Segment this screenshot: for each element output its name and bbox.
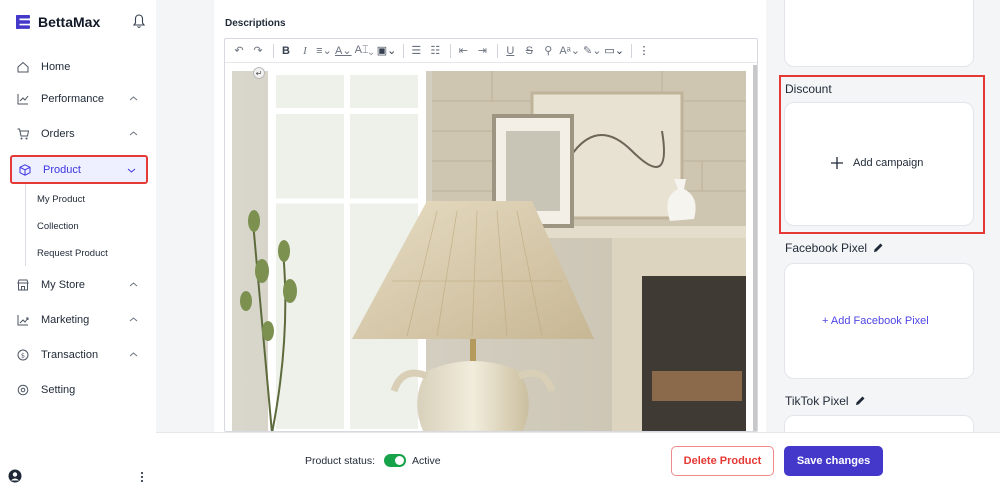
- link-icon[interactable]: ⚲: [540, 43, 556, 59]
- image-icon[interactable]: ▣⌄: [377, 43, 397, 59]
- bold-icon[interactable]: B: [278, 43, 294, 59]
- toolbar-divider: [497, 43, 499, 58]
- gear-icon: [16, 383, 30, 397]
- sidebar-subitem-my-product[interactable]: My Product: [37, 194, 85, 205]
- redo-icon[interactable]: ↷: [250, 43, 266, 59]
- sidebar-item-label: Product: [43, 163, 81, 176]
- font-size-icon[interactable]: A⌶⌄: [355, 43, 374, 59]
- box-icon: [18, 163, 32, 177]
- bell-icon[interactable]: [132, 13, 146, 29]
- sidebar-item-product[interactable]: Product: [10, 155, 148, 184]
- product-status-value: Active: [412, 455, 441, 467]
- sidebar-subitem-request-product[interactable]: Request Product: [37, 248, 108, 259]
- chevron-up-icon: [129, 352, 138, 357]
- submenu-guide-line: [25, 184, 26, 266]
- user-avatar-icon[interactable]: [8, 469, 22, 483]
- tiktok-pixel-title-text: TikTok Pixel: [785, 394, 849, 408]
- stack-logo-icon: [16, 15, 30, 29]
- sidebar-item-label: Marketing: [41, 314, 90, 326]
- home-icon: [16, 60, 30, 74]
- italic-icon[interactable]: I: [297, 43, 313, 59]
- save-changes-button[interactable]: Save changes: [784, 446, 883, 476]
- sidebar-item-home[interactable]: Home: [10, 53, 148, 81]
- sidebar-item-label: Orders: [41, 128, 75, 140]
- sidebar-item-marketing[interactable]: Marketing: [10, 306, 148, 334]
- sidebar-subitem-collection[interactable]: Collection: [37, 221, 79, 232]
- chevron-up-icon: [129, 96, 138, 101]
- svg-text:$: $: [21, 351, 25, 359]
- text-color-icon[interactable]: A⌄: [335, 43, 352, 59]
- embed-icon[interactable]: ▭⌄: [604, 43, 624, 59]
- highlight-icon[interactable]: ✎⌄: [583, 43, 601, 59]
- text-style-icon[interactable]: Aᵃ⌄: [559, 43, 580, 59]
- sidebar-item-label: Transaction: [41, 349, 99, 361]
- money-icon: $: [16, 348, 30, 362]
- align-icon[interactable]: ≡⌄: [316, 43, 332, 59]
- sidebar-item-my-store[interactable]: My Store: [10, 271, 148, 299]
- discount-highlight-frame: [779, 75, 985, 234]
- product-status-toggle[interactable]: [384, 454, 406, 467]
- sidebar-item-setting[interactable]: Setting: [10, 376, 148, 404]
- more-options-icon[interactable]: [137, 470, 147, 484]
- sidebar-item-label: Home: [41, 61, 71, 73]
- chevron-down-icon: [127, 168, 136, 173]
- chevron-up-icon: [129, 131, 138, 136]
- marketing-icon: [16, 313, 30, 327]
- image-resize-handle[interactable]: ↵: [253, 67, 265, 79]
- add-campaign-label: Add campaign: [853, 157, 924, 169]
- store-icon: [16, 278, 30, 292]
- cart-icon: [16, 127, 30, 141]
- sidebar-item-label: My Store: [41, 279, 86, 291]
- toggle-knob: [395, 456, 404, 465]
- toolbar-divider: [273, 43, 274, 58]
- undo-icon[interactable]: ↶: [231, 43, 247, 59]
- indent-icon[interactable]: ⇥: [474, 43, 490, 59]
- facebook-pixel-title: Facebook Pixel: [785, 241, 884, 255]
- product-status-label: Product status:: [305, 455, 376, 467]
- sidebar-item-label: Performance: [41, 93, 104, 105]
- sidebar-item-performance[interactable]: Performance: [10, 85, 148, 113]
- delete-product-button[interactable]: Delete Product: [671, 446, 774, 476]
- chevron-up-icon: [129, 282, 138, 287]
- description-editor[interactable]: ↶ ↷ B I ≡⌄ A⌄ A⌶⌄ ▣⌄ ☰ ☷ ⇤ ⇥ U S ⚲ Aᵃ⌄ ✎…: [224, 38, 758, 432]
- lamp-photo-illustration: [232, 67, 746, 431]
- sidebar-item-orders[interactable]: Orders: [10, 120, 148, 148]
- strikethrough-icon[interactable]: S: [521, 43, 537, 59]
- add-campaign-button[interactable]: Add campaign: [830, 156, 923, 170]
- sidebar-item-label: Setting: [41, 384, 76, 396]
- pencil-icon[interactable]: [854, 395, 866, 407]
- descriptions-label: Descriptions: [225, 18, 286, 29]
- tiktok-pixel-title: TikTok Pixel: [785, 394, 866, 408]
- sidebar-item-transaction[interactable]: $ Transaction: [10, 341, 148, 369]
- lamp-photo[interactable]: [232, 67, 746, 431]
- toolbar-divider: [403, 43, 405, 58]
- toolbar-divider: [450, 43, 452, 58]
- more-icon[interactable]: ⋮: [636, 43, 652, 59]
- toolbar-divider: [631, 43, 633, 58]
- plus-icon: [831, 157, 843, 169]
- numbered-list-icon[interactable]: ☷: [427, 43, 443, 59]
- pencil-icon[interactable]: [872, 242, 884, 254]
- outdent-icon[interactable]: ⇤: [455, 43, 471, 59]
- sidebar: BettaMax Home Performance Orders Product: [0, 0, 156, 500]
- editor-scrollbar[interactable]: [753, 65, 757, 431]
- bullet-list-icon[interactable]: ☰: [408, 43, 424, 59]
- chevron-up-icon: [129, 317, 138, 322]
- top-panel-card: [784, 0, 974, 67]
- add-facebook-pixel-button[interactable]: + Add Facebook Pixel: [822, 315, 929, 327]
- brand[interactable]: BettaMax: [14, 13, 100, 31]
- brand-name: BettaMax: [38, 14, 101, 30]
- underline-icon[interactable]: U: [502, 43, 518, 59]
- chart-icon: [16, 92, 30, 106]
- facebook-pixel-title-text: Facebook Pixel: [785, 241, 868, 255]
- editor-toolbar: ↶ ↷ B I ≡⌄ A⌄ A⌶⌄ ▣⌄ ☰ ☷ ⇤ ⇥ U S ⚲ Aᵃ⌄ ✎…: [225, 39, 757, 63]
